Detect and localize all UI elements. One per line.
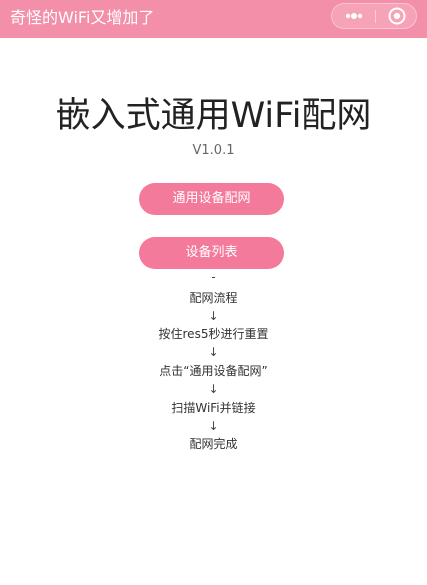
device-list-button[interactable]: 设备列表 xyxy=(139,237,284,269)
more-dots-icon xyxy=(345,13,363,19)
mini-program-capsule xyxy=(331,3,417,29)
flow-arrow-icon: ↓ xyxy=(208,345,219,359)
flow-top-marker: - xyxy=(211,270,216,284)
app-title: 奇怪的WiFi又增加了 xyxy=(10,8,155,27)
close-button[interactable] xyxy=(376,4,419,28)
page-title: 嵌入式通用WiFi配网 xyxy=(55,96,372,136)
generic-device-config-button[interactable]: 通用设备配网 xyxy=(139,183,284,215)
flow-step-click-config: 点击“通用设备配网” xyxy=(159,364,268,378)
top-bar: 奇怪的WiFi又增加了 xyxy=(0,0,427,38)
version-label: V1.0.1 xyxy=(192,143,235,158)
flow-step-done: 配网完成 xyxy=(189,437,238,451)
flow-step-scan-wifi: 扫描WiFi并链接 xyxy=(171,401,256,415)
more-button[interactable] xyxy=(332,4,375,28)
flow-step-title: 配网流程 xyxy=(189,291,238,305)
flow-arrow-icon: ↓ xyxy=(208,419,219,433)
flow-arrow-icon: ↓ xyxy=(208,382,219,396)
flow-step-reset: 按住res5秒进行重置 xyxy=(158,327,269,341)
target-circle-icon xyxy=(388,7,406,25)
flow-arrow-icon: ↓ xyxy=(208,309,219,323)
